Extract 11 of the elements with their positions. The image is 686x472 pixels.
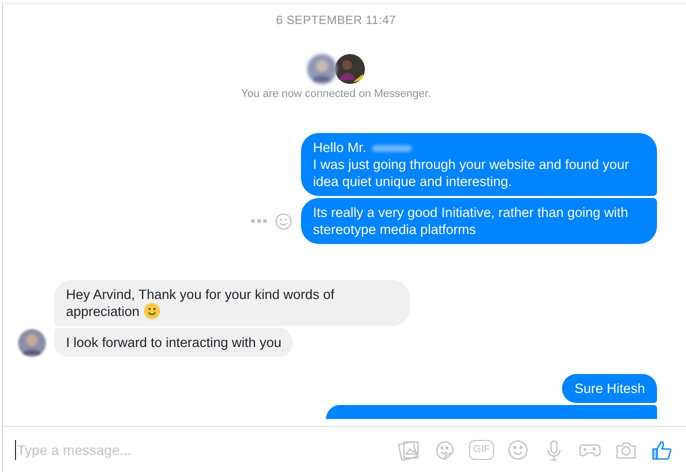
emoji-icon[interactable]: [275, 212, 292, 230]
more-icon: [251, 219, 267, 223]
emoji-icon[interactable]: [506, 438, 530, 462]
message-bubble: I look forward to interacting with you: [54, 328, 294, 357]
date-divider: 6 SEPTEMBER 11:47: [276, 13, 396, 27]
connection-notice: You are now connected on Messenger.: [241, 88, 431, 100]
message-bubble: Hello Mr. I was just going through your website and found your idea quiet unique and interesting.: [301, 133, 657, 196]
message-bubble: Hey Arvind, Thank you for your kind words of appreciation: [54, 280, 410, 326]
message-bubble: Sure Hitesh: [562, 374, 657, 403]
message-bubble: Its really a very good Initiative, rather than going with stereotype media platforms: [301, 198, 657, 244]
gif-button[interactable]: GIF: [469, 440, 494, 460]
